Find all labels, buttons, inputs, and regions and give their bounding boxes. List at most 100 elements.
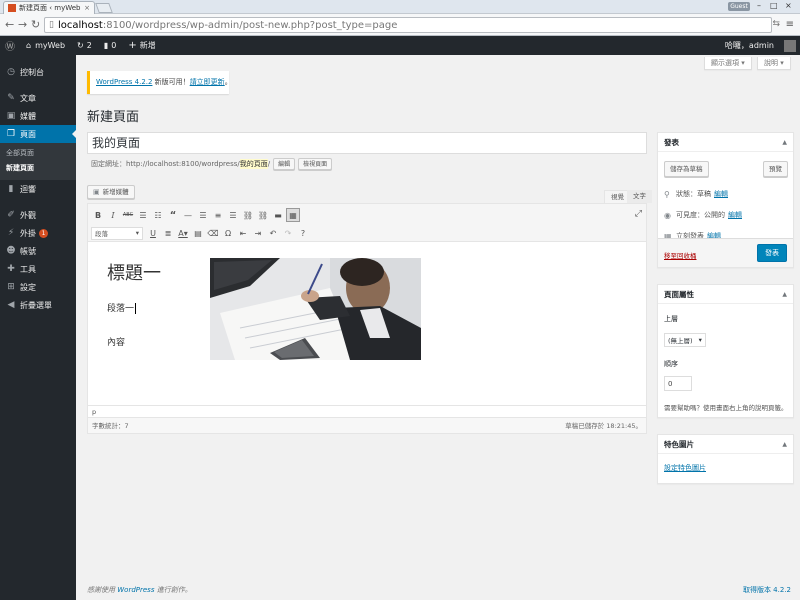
undo-icon[interactable]: ↶	[266, 226, 280, 240]
minimize-icon[interactable]: –	[757, 1, 761, 10]
edit-status-link[interactable]: 編輯	[714, 189, 728, 199]
visibility-row: ◉ 可見度：公開的 編輯	[664, 210, 742, 220]
numbered-list-icon[interactable]: ☷	[151, 208, 165, 222]
sidebar-item-settings[interactable]: ⊞ 設定	[0, 278, 76, 296]
page-info-icon[interactable]: ▯	[49, 20, 54, 30]
preview-button[interactable]: 預覽	[763, 161, 788, 177]
align-left-icon[interactable]: ☰	[196, 208, 210, 222]
sidebar-item-comments[interactable]: ▮ 迴響	[0, 180, 76, 198]
sidebar-item-tools[interactable]: ✚ 工具	[0, 260, 76, 278]
update-now-link[interactable]: 請立即更新	[190, 78, 225, 86]
sidebar-item-users[interactable]: ☻ 帳號	[0, 242, 76, 260]
comment-icon: ▮	[103, 41, 109, 50]
page-action-icon[interactable]: ⇆	[772, 19, 780, 29]
sidebar-collapse-menu[interactable]: ◀ 折疊選單	[0, 296, 76, 314]
help-button[interactable]: 說明 ▾	[757, 57, 791, 70]
close-window-icon[interactable]: ×	[785, 1, 792, 10]
paste-text-icon[interactable]: ▤	[191, 226, 205, 240]
chevron-down-icon: ▾	[698, 336, 702, 344]
italic-icon[interactable]: I	[106, 208, 120, 222]
justify-icon[interactable]: ≣	[161, 226, 175, 240]
new-content-link[interactable]: + 新增	[122, 36, 161, 55]
save-draft-button[interactable]: 儲存為草稿	[664, 161, 709, 177]
site-name-link[interactable]: ⌂ myWeb	[20, 36, 71, 55]
link-icon[interactable]: ⛓	[241, 208, 255, 222]
order-input[interactable]: 0	[664, 376, 692, 391]
wordpress-logo-icon[interactable]: Ⓦ	[0, 36, 20, 55]
wordpress-link[interactable]: WordPress	[117, 586, 154, 594]
collapse-arrow-icon[interactable]: ▲	[782, 435, 787, 454]
wordpress-version-link[interactable]: WordPress 4.2.2	[96, 78, 152, 86]
format-select[interactable]: 段落 ▾	[91, 226, 143, 240]
publish-box-title[interactable]: 發表 ▲	[658, 133, 793, 152]
collapse-arrow-icon[interactable]: ▲	[782, 285, 787, 304]
maximize-icon[interactable]: □	[770, 1, 778, 10]
text-color-icon[interactable]: A▾	[176, 226, 190, 240]
avatar[interactable]	[784, 39, 796, 52]
sidebar-item-plugins[interactable]: ⚡ 外掛 1	[0, 224, 76, 242]
content-paragraph: 段落一	[107, 303, 137, 314]
address-bar[interactable]: ▯ localhost :8100/wordpress/wp-admin/pos…	[44, 17, 772, 33]
featured-image-box: 特色圖片 ▲ 設定特色圖片	[657, 434, 794, 484]
new-tab-button[interactable]	[95, 3, 113, 13]
page-attributes-title[interactable]: 頁面屬性 ▲	[658, 285, 793, 304]
read-more-icon[interactable]: ▬	[271, 208, 285, 222]
tab-text[interactable]: 文字	[627, 190, 652, 203]
align-right-icon[interactable]: ☰	[226, 208, 240, 222]
guest-profile-badge[interactable]: Guest	[728, 2, 750, 11]
bullet-list-icon[interactable]: ☰	[136, 208, 150, 222]
element-path: p	[88, 405, 646, 417]
featured-image-title[interactable]: 特色圖片 ▲	[658, 435, 793, 454]
view-page-button[interactable]: 檢視頁面	[298, 158, 333, 170]
sidebar-item-dashboard[interactable]: ◷ 控制台	[0, 63, 76, 81]
post-title-input[interactable]: 我的頁面	[87, 132, 647, 154]
edit-visibility-link[interactable]: 編輯	[728, 210, 742, 220]
reload-icon[interactable]: ↻	[31, 18, 40, 31]
distraction-free-icon[interactable]: ⤢	[635, 209, 642, 219]
blockquote-icon[interactable]: “	[166, 208, 180, 222]
comments-link[interactable]: ▮ 0	[98, 36, 123, 55]
admin-bar: Ⓦ ⌂ myWeb ↻ 2 ▮ 0 + 新增 哈囉，admin	[0, 36, 800, 55]
url-host: localhost	[57, 19, 103, 31]
sidebar-item-appearance[interactable]: ✐ 外觀	[0, 206, 76, 224]
order-label: 順序	[664, 360, 678, 368]
forward-icon[interactable]: →	[18, 18, 27, 31]
outdent-icon[interactable]: ⇤	[236, 226, 250, 240]
tab-close-icon[interactable]: ×	[84, 4, 90, 12]
permalink-slug[interactable]: 我的頁面	[239, 159, 268, 169]
content-image[interactable]	[210, 258, 421, 360]
back-icon[interactable]: ←	[5, 18, 14, 31]
indent-icon[interactable]: ⇥	[251, 226, 265, 240]
unlink-icon[interactable]: ⛓	[256, 208, 270, 222]
footer-version-link[interactable]: 取得版本 4.2.2	[743, 585, 791, 595]
parent-label: 上層	[664, 315, 678, 323]
underline-icon[interactable]: U	[146, 226, 160, 240]
my-account-link[interactable]: 哈囉，admin	[719, 36, 780, 55]
strikethrough-icon[interactable]: ABC	[121, 208, 135, 222]
clear-formatting-icon[interactable]: ⌫	[206, 226, 220, 240]
align-center-icon[interactable]: ≡	[211, 208, 225, 222]
browser-tab[interactable]: 新建頁面 ‹ myWeb — W ×	[3, 1, 95, 14]
edit-permalink-button[interactable]: 編輯	[273, 158, 296, 170]
redo-icon[interactable]: ↷	[281, 226, 295, 240]
bold-icon[interactable]: B	[91, 208, 105, 222]
sidebar-item-posts[interactable]: ✎ 文章	[0, 89, 76, 107]
set-featured-image-link[interactable]: 設定特色圖片	[664, 463, 706, 473]
collapse-arrow-icon[interactable]: ▲	[782, 133, 787, 152]
keyboard-shortcuts-icon[interactable]: ?	[296, 226, 310, 240]
horizontal-line-icon[interactable]: —	[181, 208, 195, 222]
screen-options-button[interactable]: 顯示選項 ▾	[704, 57, 752, 70]
move-to-trash-link[interactable]: 移至回收桶	[664, 250, 697, 260]
browser-menu-icon[interactable]: ≡	[786, 19, 794, 30]
sidebar-item-media[interactable]: ▣ 媒體	[0, 107, 76, 125]
editor-content-area[interactable]: 標題一 段落一 內容	[88, 242, 646, 405]
special-character-icon[interactable]: Ω	[221, 226, 235, 240]
updates-link[interactable]: ↻ 2	[71, 36, 98, 55]
add-media-button[interactable]: ▣ 新增媒體	[87, 185, 135, 199]
submenu-all-pages[interactable]: 全部頁面	[0, 146, 76, 161]
submenu-add-new-page[interactable]: 新建頁面	[0, 161, 76, 176]
parent-select[interactable]: (無上層) ▾	[664, 333, 706, 347]
publish-button[interactable]: 發表	[757, 244, 787, 262]
sidebar-item-pages[interactable]: ❐ 頁面	[0, 125, 76, 143]
toolbar-toggle-icon[interactable]: ▦	[286, 208, 300, 222]
